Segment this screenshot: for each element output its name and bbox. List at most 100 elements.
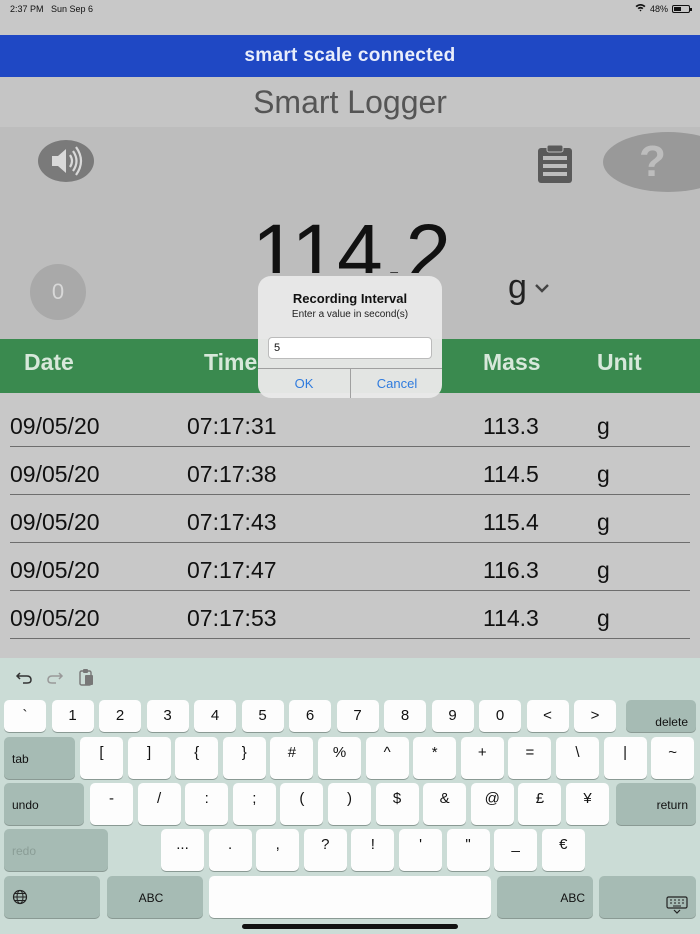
key-row1-7[interactable]: 7 [336,700,379,732]
key-row1-9[interactable]: 9 [431,700,474,732]
column-header-time: Time [204,349,258,375]
cell-date: 09/05/20 [10,461,100,487]
key-row4-7[interactable]: _ [494,829,538,871]
cell-time: 07:17:31 [187,413,277,439]
key-row4-2[interactable]: , [256,829,300,871]
home-indicator [242,924,458,929]
key-row3-2[interactable]: : [185,783,229,825]
key-row1-4[interactable]: 4 [194,700,236,732]
key-row2-9[interactable]: = [508,737,552,779]
recording-interval-dialog: Recording Interval Enter a value in seco… [258,276,442,398]
battery-percent: 48% [649,3,668,14]
dialog-title: Recording Interval [292,291,408,306]
key-row1-2[interactable]: 2 [99,700,141,732]
key-row2-12[interactable]: ~ [651,737,695,779]
table-row[interactable]: 09/05/20 07:17:38 114.5 g [10,447,690,495]
status-date: Sun Sep 6 [51,4,94,14]
cell-mass: 115.4 [483,509,539,535]
dismiss-keyboard-key[interactable] [599,876,696,918]
key-row3-5[interactable]: ) [328,783,371,825]
key-row4-0[interactable]: ... [161,829,204,871]
key-row2-0[interactable]: [ [80,737,123,779]
key-row3-10[interactable]: ¥ [566,783,609,825]
key-row3-3[interactable]: ; [232,783,276,825]
status-bar: 2:37 PM Sun Sep 6 48% [0,0,700,34]
zero-button[interactable]: 0 [30,264,86,320]
undo-key[interactable]: undo [4,783,84,825]
cell-mass: 114.3 [483,605,539,631]
key-row3-1[interactable]: / [137,783,181,825]
cancel-button[interactable]: Cancel [351,369,442,398]
key-row4-6[interactable]: " [446,829,490,871]
key-row2-4[interactable]: # [270,737,314,779]
delete-key[interactable]: delete [626,700,696,732]
key-row4-8[interactable]: € [541,829,585,871]
key-row4-5[interactable]: ' [399,829,442,871]
key-row1-1[interactable]: 1 [51,700,94,732]
redo-arrow-icon[interactable] [45,668,65,688]
key-row1-10[interactable]: 0 [479,700,521,732]
cell-mass: 116.3 [483,557,539,583]
speaker-icon[interactable] [38,140,94,182]
connection-banner: smart scale connected [0,35,700,77]
globe-key[interactable] [4,876,100,918]
redo-key[interactable]: redo [4,829,108,871]
clipboard-paste-icon[interactable] [76,668,96,688]
key-row1-6[interactable]: 6 [289,700,331,732]
cell-date: 09/05/20 [10,509,100,535]
abc-key-right[interactable]: ABC [497,876,593,918]
cell-unit: g [597,557,610,583]
cell-unit: g [597,605,610,631]
cell-time: 07:17:38 [187,461,277,487]
interval-input[interactable]: 5 [268,337,432,359]
key-row3-9[interactable]: £ [518,783,562,825]
key-row2-11[interactable]: | [603,737,647,779]
cell-date: 09/05/20 [10,557,100,583]
key-row1-0[interactable]: ` [4,700,46,732]
cell-time: 07:17:53 [187,605,277,631]
key-row1-8[interactable]: 8 [384,700,426,732]
cell-date: 09/05/20 [10,413,100,439]
table-row[interactable]: 09/05/20 07:17:31 113.3 g [10,399,690,447]
space-bar[interactable] [209,876,491,918]
key-row4-3[interactable]: ? [303,829,347,871]
key-row3-8[interactable]: @ [470,783,514,825]
key-row2-2[interactable]: { [175,737,219,779]
unit-selector[interactable]: g [508,268,527,307]
tab-key[interactable]: tab [4,737,75,779]
ok-button[interactable]: OK [258,369,350,398]
cell-unit: g [597,413,610,439]
key-row2-8[interactable]: + [460,737,504,779]
key-row3-4[interactable]: ( [280,783,324,825]
key-row3-0[interactable]: - [90,783,133,825]
key-row2-3[interactable]: } [222,737,266,779]
abc-key-left[interactable]: ABC [107,876,203,918]
undo-arrow-icon[interactable] [14,668,34,688]
cell-time: 07:17:43 [187,509,277,535]
key-row2-5[interactable]: % [318,737,361,779]
table-row[interactable]: 09/05/20 07:17:43 115.4 g [10,495,690,543]
key-row4-4[interactable]: ! [351,829,395,871]
column-header-date: Date [24,349,74,375]
key-row2-10[interactable]: \ [556,737,599,779]
clipboard-icon[interactable] [536,144,574,184]
key-row4-1[interactable]: . [208,829,252,871]
key-row1-12[interactable]: > [574,700,616,732]
key-row1-11[interactable]: < [526,700,569,732]
key-row3-7[interactable]: & [423,783,467,825]
chevron-down-icon[interactable] [535,280,549,293]
key-row1-3[interactable]: 3 [146,700,189,732]
table-row[interactable]: 09/05/20 07:17:53 114.3 g [10,591,690,639]
key-row2-1[interactable]: ] [127,737,171,779]
keyboard-dismiss-icon [666,896,688,914]
cell-mass: 114.5 [483,461,539,487]
key-row2-7[interactable]: * [413,737,457,779]
key-row3-6[interactable]: $ [375,783,419,825]
return-key[interactable]: return [616,783,696,825]
table-row[interactable]: 09/05/20 07:17:47 116.3 g [10,543,690,591]
cell-date: 09/05/20 [10,605,100,631]
log-table[interactable]: 09/05/20 07:17:31 113.3 g 09/05/20 07:17… [0,393,700,660]
key-row1-5[interactable]: 5 [241,700,284,732]
key-row2-6[interactable]: ^ [365,737,409,779]
status-time: 2:37 PM [10,4,44,14]
